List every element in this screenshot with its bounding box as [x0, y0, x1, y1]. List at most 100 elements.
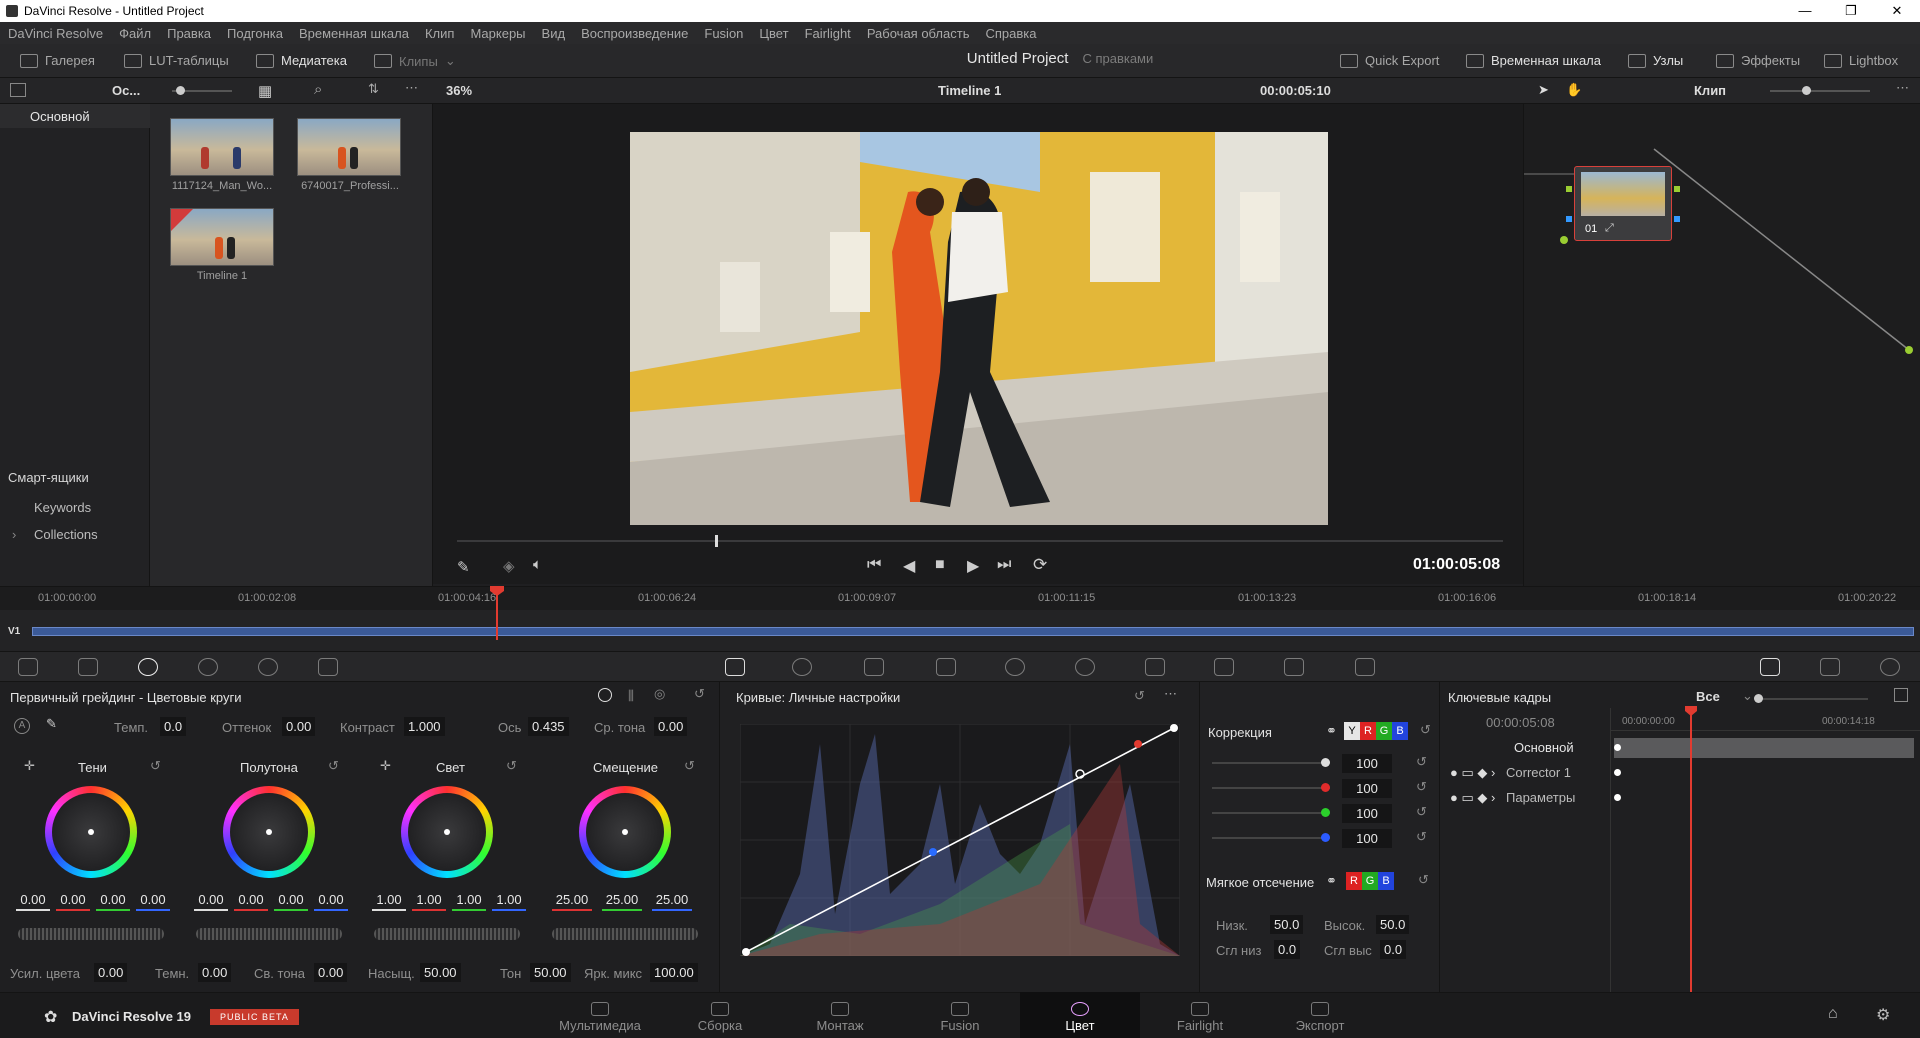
- r-intensity-slider[interactable]: [1212, 783, 1330, 792]
- bars-mode-icon[interactable]: ⫼: [628, 688, 634, 704]
- high-value[interactable]: 50.0: [1376, 915, 1410, 934]
- white-balance-picker-icon[interactable]: ✎: [46, 716, 57, 732]
- node-rgb-input[interactable]: [1566, 186, 1572, 192]
- node-rgb-output[interactable]: [1674, 186, 1680, 192]
- minimize-button[interactable]: —: [1782, 0, 1828, 22]
- gallery-button[interactable]: Галерея: [20, 53, 95, 68]
- hand-icon[interactable]: ✋: [1566, 82, 1582, 98]
- qualifier-icon[interactable]: [864, 658, 884, 676]
- timeline-thumbnail[interactable]: [170, 208, 274, 266]
- curve-graph[interactable]: [740, 724, 1180, 956]
- pointer-icon[interactable]: ➤: [1538, 82, 1549, 98]
- rgb-mixer-icon[interactable]: [258, 658, 278, 676]
- page-media[interactable]: Мультимедиа: [540, 992, 660, 1038]
- camera-raw-icon[interactable]: [18, 658, 38, 676]
- gamma-reset-icon[interactable]: ↺: [328, 758, 339, 774]
- clip-thumbnail-2[interactable]: [297, 118, 401, 176]
- menu-file[interactable]: Файл: [119, 26, 151, 41]
- smart-bin-collections[interactable]: Collections: [34, 527, 98, 542]
- saturation-value[interactable]: 50.00: [420, 963, 461, 982]
- loop-icon[interactable]: ⟳: [1033, 555, 1047, 575]
- shadows-value[interactable]: 0.00: [198, 963, 232, 982]
- page-color[interactable]: Цвет: [1020, 992, 1140, 1038]
- contrast-value[interactable]: 1.000: [404, 717, 445, 736]
- r-intensity-value[interactable]: 100: [1342, 779, 1392, 798]
- scopes-icon[interactable]: [1820, 658, 1840, 676]
- page-edit[interactable]: Монтаж: [780, 992, 900, 1038]
- node-more-icon[interactable]: ⋯: [1896, 80, 1909, 96]
- gain-wheel[interactable]: [401, 786, 493, 878]
- menu-help[interactable]: Справка: [985, 26, 1036, 41]
- color-node-01[interactable]: 01 ⤢: [1574, 166, 1672, 241]
- timeline-toggle-button[interactable]: Временная шкала: [1466, 53, 1601, 68]
- page-fusion[interactable]: Fusion: [900, 992, 1020, 1038]
- page-deliver[interactable]: Экспорт: [1260, 992, 1380, 1038]
- page-cut[interactable]: Сборка: [660, 992, 780, 1038]
- midtone-detail-value[interactable]: 0.00: [654, 717, 688, 736]
- effects-toggle-button[interactable]: Эффекты: [1716, 53, 1800, 68]
- luts-button[interactable]: LUT-таблицы: [124, 53, 229, 68]
- temp-value[interactable]: 0.0: [160, 717, 187, 736]
- menu-clip[interactable]: Клип: [425, 26, 454, 41]
- g-intensity-value[interactable]: 100: [1342, 804, 1392, 823]
- window-icon[interactable]: [1005, 658, 1025, 676]
- link-icon[interactable]: ⚭: [1326, 723, 1337, 739]
- nodes-toggle-button[interactable]: Узлы: [1628, 53, 1683, 68]
- menu-color[interactable]: Цвет: [759, 26, 788, 41]
- settings-gear-icon[interactable]: ⚙: [1876, 1005, 1890, 1025]
- chip-r[interactable]: R: [1360, 722, 1376, 740]
- maximize-button[interactable]: ❐: [1828, 0, 1874, 22]
- sizing-icon[interactable]: [1284, 658, 1304, 676]
- tint-value[interactable]: 0.00: [282, 717, 316, 736]
- gain-picker-icon[interactable]: ✛: [380, 758, 391, 774]
- menu-playback[interactable]: Воспроизведение: [581, 26, 688, 41]
- viewer-frame[interactable]: [630, 132, 1328, 525]
- soft-clip-reset-icon[interactable]: ↺: [1418, 872, 1429, 888]
- gain-master-wheel[interactable]: [374, 928, 520, 940]
- close-button[interactable]: ✕: [1874, 0, 1920, 22]
- clip-thumbnail-1[interactable]: [170, 118, 274, 176]
- motion-effects-icon[interactable]: [318, 658, 338, 676]
- b-intensity-value[interactable]: 100: [1342, 829, 1392, 848]
- timeline-clip-strip[interactable]: [32, 627, 1914, 636]
- stop-icon[interactable]: ■: [935, 556, 945, 574]
- node-key-input[interactable]: [1566, 216, 1572, 222]
- auto-balance-icon[interactable]: A: [14, 718, 30, 734]
- b-intensity-slider[interactable]: [1212, 833, 1330, 842]
- play-icon[interactable]: ▶︎: [967, 556, 979, 576]
- media-pool-button[interactable]: Медиатека: [256, 53, 347, 68]
- chip-g[interactable]: G: [1376, 722, 1392, 740]
- gamma-wheel[interactable]: [223, 786, 315, 878]
- correction-reset-icon[interactable]: ↺: [1420, 722, 1431, 738]
- menu-workspace[interactable]: Рабочая область: [867, 26, 970, 41]
- keyframes-panel-icon[interactable]: [1760, 658, 1780, 676]
- y-reset-icon[interactable]: ↺: [1416, 754, 1427, 770]
- pivot-value[interactable]: 0.435: [528, 717, 569, 736]
- reset-all-icon[interactable]: ↺: [694, 686, 705, 702]
- kf-playhead-handle-icon[interactable]: [1685, 706, 1697, 716]
- blur-icon[interactable]: [1145, 658, 1165, 676]
- highlights-value[interactable]: 0.00: [314, 963, 348, 982]
- step-back-icon[interactable]: ◀︎: [903, 556, 915, 576]
- smart-bin-keywords[interactable]: Keywords: [34, 500, 91, 515]
- g-reset-icon[interactable]: ↺: [1416, 804, 1427, 820]
- scrubber-playhead[interactable]: [715, 535, 718, 547]
- lift-master-wheel[interactable]: [18, 928, 164, 940]
- soft-clip-link-icon[interactable]: ⚭: [1326, 873, 1337, 889]
- lum-mix-value[interactable]: 100.00: [650, 963, 698, 982]
- kf-dot-corrector[interactable]: [1614, 769, 1621, 776]
- lightbox-button[interactable]: Lightbox: [1824, 53, 1898, 68]
- offset-master-wheel[interactable]: [552, 928, 698, 940]
- eyedropper-icon[interactable]: ✎: [457, 558, 470, 576]
- offset-reset-icon[interactable]: ↺: [684, 758, 695, 774]
- chip-b[interactable]: B: [1392, 722, 1408, 740]
- y-intensity-slider[interactable]: [1212, 758, 1330, 767]
- chevron-right-icon[interactable]: ›: [12, 527, 16, 542]
- source-timecode[interactable]: 00:00:05:10: [1260, 83, 1331, 98]
- low-soft-value[interactable]: 0.0: [1274, 940, 1301, 959]
- soft-chip-b[interactable]: B: [1378, 872, 1394, 890]
- more-options-icon[interactable]: ⋯: [405, 80, 418, 96]
- lift-reset-icon[interactable]: ↺: [150, 758, 161, 774]
- kf-row1-icons[interactable]: ● ▭ ◆ ›: [1450, 765, 1495, 781]
- chip-y[interactable]: Y: [1344, 722, 1360, 740]
